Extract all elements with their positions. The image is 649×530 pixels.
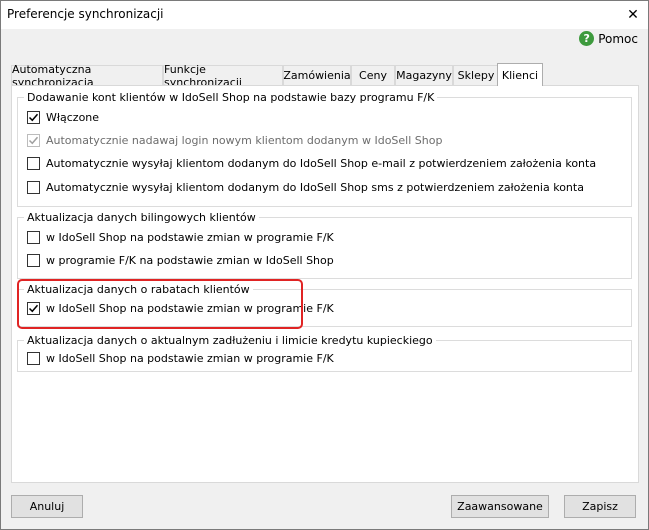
tab-auto-sync[interactable]: Automatyczna synchronizacja — [11, 63, 163, 89]
billing-fk-checkbox[interactable] — [27, 254, 40, 267]
tab-orders[interactable]: Zamówienia — [283, 65, 351, 85]
title-bar: Preferencje synchronizacji ✕ — [1, 1, 648, 29]
auto-sms-checkbox[interactable] — [27, 181, 40, 194]
discounts-update-group: Aktualizacja danych o rabatach klientów … — [17, 283, 632, 327]
cancel-button[interactable]: Anuluj — [11, 495, 83, 518]
account-creation-legend: Dodawanie kont klientów w IdoSell Shop n… — [24, 91, 438, 104]
tab-warehouses[interactable]: Magazyny — [395, 65, 453, 85]
enabled-checkbox-row[interactable]: Włączone — [27, 111, 99, 124]
billing-shop-checkbox[interactable] — [27, 231, 40, 244]
auto-login-checkbox-row: Automatycznie nadawaj login nowym klient… — [27, 134, 442, 147]
billing-shop-checkbox-row[interactable]: w IdoSell Shop na podstawie zmian w prog… — [27, 231, 334, 244]
debt-shop-checkbox[interactable] — [27, 352, 40, 365]
help-button[interactable]: ? Pomoc — [579, 31, 638, 46]
debt-shop-checkbox-row[interactable]: w IdoSell Shop na podstawie zmian w prog… — [27, 352, 334, 365]
help-label: Pomoc — [598, 31, 638, 46]
debt-update-legend: Aktualizacja danych o aktualnym zadłużen… — [24, 334, 436, 347]
close-button[interactable]: ✕ — [618, 1, 648, 29]
checkmark-icon — [28, 304, 39, 313]
auto-email-checkbox[interactable] — [27, 157, 40, 170]
debt-update-group: Aktualizacja danych o aktualnym zadłużen… — [17, 334, 632, 372]
tab-prices[interactable]: Ceny — [351, 65, 395, 85]
close-icon: ✕ — [627, 7, 639, 23]
auto-login-label: Automatycznie nadawaj login nowym klient… — [46, 134, 443, 147]
billing-fk-checkbox-row[interactable]: w programie F/K na podstawie zmian w Ido… — [27, 254, 334, 267]
auto-sms-checkbox-row[interactable]: Automatycznie wysyłaj klientom dodanym d… — [27, 181, 584, 194]
auto-email-checkbox-row[interactable]: Automatycznie wysyłaj klientom dodanym d… — [27, 157, 596, 170]
enabled-checkbox[interactable] — [27, 111, 40, 124]
discounts-shop-checkbox[interactable] — [27, 302, 40, 315]
account-creation-group: Dodawanie kont klientów w IdoSell Shop n… — [17, 91, 632, 207]
billing-fk-label: w programie F/K na podstawie zmian w Ido… — [46, 254, 334, 267]
tab-clients[interactable]: Klienci — [497, 63, 543, 86]
save-button[interactable]: Zapisz — [564, 495, 636, 518]
checkmark-icon — [28, 113, 39, 122]
tab-sync-functions[interactable]: Funkcje synchronizacji — [163, 63, 283, 89]
auto-login-checkbox — [27, 134, 40, 147]
billing-update-legend: Aktualizacja danych bilingowych klientów — [24, 211, 259, 224]
discounts-update-legend: Aktualizacja danych o rabatach klientów — [24, 283, 253, 296]
advanced-button[interactable]: Zaawansowane — [451, 495, 549, 518]
debt-shop-label: w IdoSell Shop na podstawie zmian w prog… — [46, 352, 334, 365]
billing-shop-label: w IdoSell Shop na podstawie zmian w prog… — [46, 231, 334, 244]
preferences-dialog: Preferencje synchronizacji ✕ ? Pomoc Aut… — [0, 0, 649, 530]
billing-update-group: Aktualizacja danych bilingowych klientów… — [17, 211, 632, 279]
checkmark-icon — [28, 136, 39, 145]
tab-shops[interactable]: Sklepy — [453, 65, 499, 85]
auto-email-label: Automatycznie wysyłaj klientom dodanym d… — [46, 157, 597, 170]
discounts-shop-checkbox-row[interactable]: w IdoSell Shop na podstawie zmian w prog… — [27, 302, 334, 315]
window-title: Preferencje synchronizacji — [7, 7, 164, 21]
enabled-label: Włączone — [46, 111, 100, 124]
clients-tab-panel: Dodawanie kont klientów w IdoSell Shop n… — [11, 85, 639, 483]
help-icon: ? — [579, 31, 595, 46]
discounts-shop-label: w IdoSell Shop na podstawie zmian w prog… — [46, 302, 334, 315]
auto-sms-label: Automatycznie wysyłaj klientom dodanym d… — [46, 181, 584, 194]
